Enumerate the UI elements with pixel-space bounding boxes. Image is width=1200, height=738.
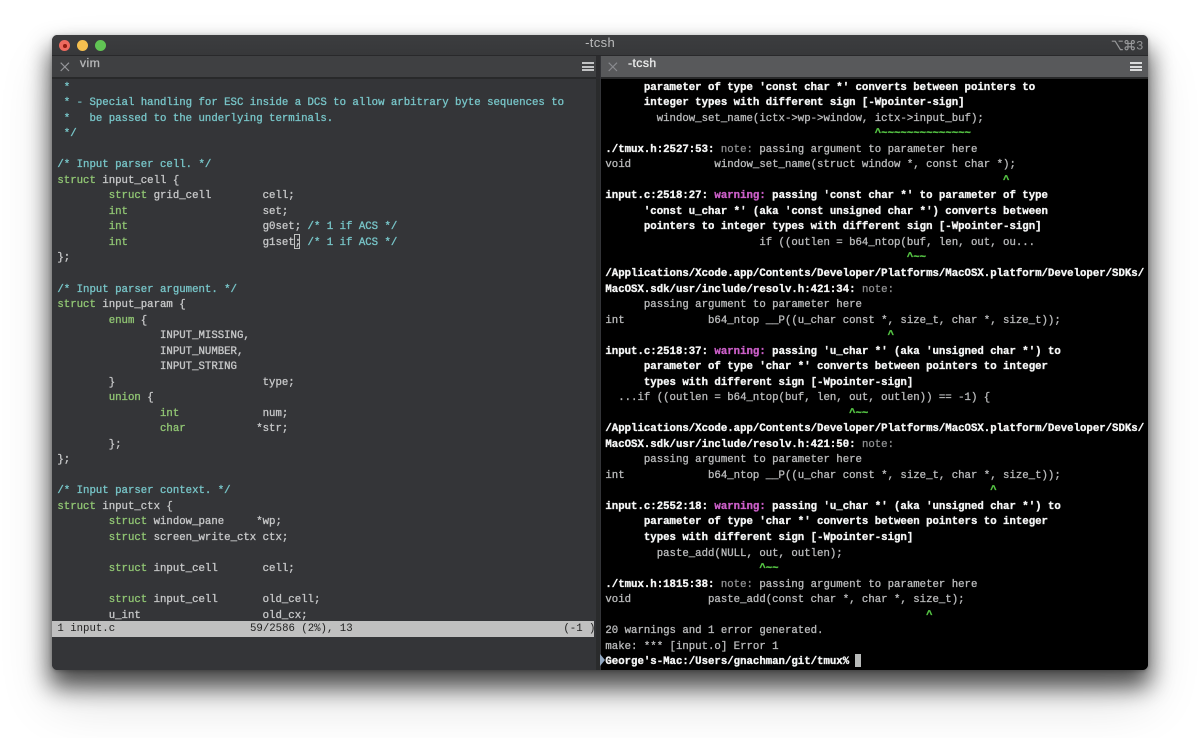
svg-text:3: 3 (1136, 40, 1143, 51)
